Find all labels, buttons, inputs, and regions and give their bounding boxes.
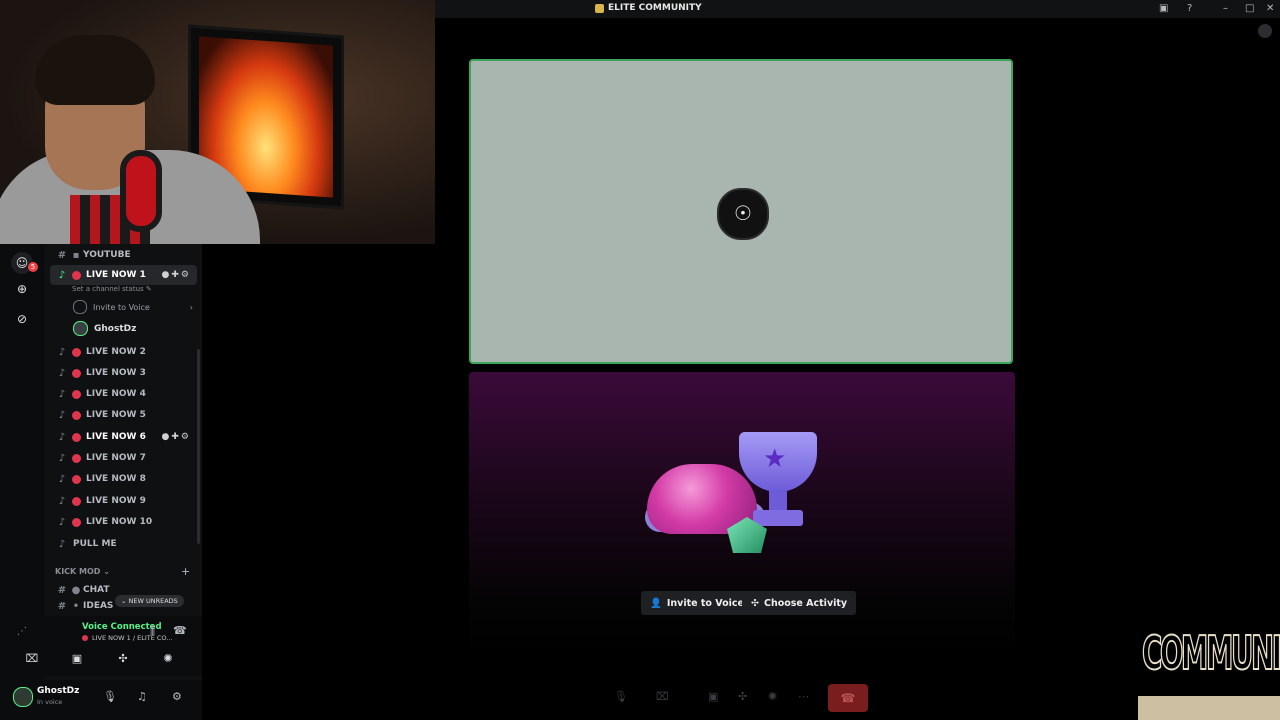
screen-share-icon[interactable]: ▣ [1159,3,1168,14]
text-channel-icon: # [57,600,67,612]
disconnect-button[interactable]: ☎ [828,684,868,712]
avatar[interactable] [13,687,33,707]
microphone-icon[interactable]: 🎙 [103,690,117,703]
user-status: In voice [37,698,63,706]
soundboard-button[interactable]: ✺ [157,652,179,670]
channel-sidebar: # ▪ YOUTUBE ♪ LIVE NOW 1 ●✚⚙ Set a chann… [13,244,202,720]
notification-badge: 5 [28,262,38,272]
chat-toggle-icon[interactable] [1258,24,1272,38]
signal-icon[interactable]: ⋰ [17,626,27,637]
server-icon [595,3,604,13]
channel-live-now-2[interactable]: ♪ LIVE NOW 2 [50,342,197,362]
camera-off-button[interactable]: ⌧ [21,652,43,670]
create-channel-icon[interactable]: + [181,565,190,578]
webcam-overlay [0,0,435,244]
activity-tile: ★ 👤 Invite to Voice ✣ Choose Activity [469,372,1015,657]
window-title: ELITE COMMUNITY [595,3,702,13]
help-icon[interactable]: ? [1187,3,1192,14]
server-rail: ☺ ⊕ ⊘ 5 [0,244,45,720]
user-add-icon: 👤 [650,597,662,609]
microphone-icon[interactable]: 🎙 [614,690,628,703]
sidebar-scrollbar[interactable] [197,349,200,544]
gear-icon[interactable]: ⚙ [172,690,182,703]
chevron-right-icon: › [189,302,193,312]
live-dot [72,270,81,280]
channel-status[interactable]: Set a channel status ✎ [72,285,152,293]
channel-live-now-6[interactable]: ♪ LIVE NOW 6 ●✚⚙ [50,427,197,447]
close-button[interactable]: ✕ [1266,3,1274,14]
disconnect-icon[interactable]: ☎ [173,624,187,637]
channel-live-now-8[interactable]: ♪ LIVE NOW 8 [50,469,197,489]
user-panel: GhostDz In voice 🎙 ♫ ⚙ [13,680,202,720]
text-channel-icon: # [57,584,67,596]
streamer [0,30,260,244]
voice-channel-icon: ♪ [58,367,66,379]
call-controls: 🎙 ⌧ ▣ ✣ ✺ ⋯ ☎ [610,684,870,712]
voice-channel-icon: ♪ [58,388,66,400]
voice-connected-panel: ⋰ Voice Connected LIVE NOW 1 / ELITE CO.… [17,616,202,676]
activity-icon[interactable]: ✣ [738,690,747,703]
add-server-icon[interactable]: ⊕ [11,278,33,300]
invite-to-voice-button[interactable]: 👤 Invite to Voice [641,591,753,615]
choose-activity-button[interactable]: ✣ Choose Activity [742,591,857,615]
minimize-button[interactable]: – [1223,3,1228,14]
channel-live-now-5[interactable]: ♪ LIVE NOW 5 [50,405,197,425]
voice-channel-icon: ♪ [58,346,66,358]
discover-icon[interactable]: ⊘ [11,308,33,330]
channel-live-now-4[interactable]: ♪ LIVE NOW 4 [50,384,197,404]
channel-tools[interactable]: ●✚⚙ [162,270,191,280]
more-icon[interactable]: ⋯ [798,690,809,703]
camera-icon[interactable]: ⌧ [656,690,669,703]
screen-share-icon[interactable]: ▣ [708,690,718,703]
speech-bubble-icon: ● [71,584,81,596]
user-add-icon [73,300,87,314]
headset [120,150,162,232]
participant-tile[interactable]: ☉ [469,59,1013,364]
star-icon: ★ [763,444,787,474]
soundboard-icon[interactable]: ✺ [768,690,777,703]
channel-live-now-1[interactable]: ♪ LIVE NOW 1 ●✚⚙ [50,265,197,285]
invite-to-voice-row[interactable]: Invite to Voice › [73,300,193,314]
voice-member[interactable]: GhostDz [73,321,136,336]
voice-channel-icon: ♪ [58,269,66,281]
participant-avatar: ☉ [717,188,769,240]
channel-live-now-10[interactable]: ♪ LIVE NOW 10 [50,512,197,532]
voice-channel-icon: ♪ [58,516,66,528]
activity-button[interactable]: ✣ [112,652,134,670]
screen-share-button[interactable]: ▣ [66,652,88,670]
new-unreads-pill[interactable]: ⌄ NEW UNREADS [115,595,184,607]
title-bar: ELITE COMMUNITY ▣ ? – □ ✕ [435,0,1280,18]
voice-channel-icon: ♪ [58,473,66,485]
community-watermark: COMMUNITY [1138,628,1280,720]
bulb-icon: • [72,600,80,612]
headphones-icon[interactable]: ♫ [137,690,147,703]
channel-live-now-9[interactable]: ♪ LIVE NOW 9 [50,491,197,511]
avatar [73,321,88,336]
voice-channel-icon: ♪ [58,452,66,464]
maximize-button[interactable]: □ [1245,3,1254,14]
activity-grid-icon: ✣ [751,597,759,609]
channel-pull-me[interactable]: ♪ PULL ME [50,534,197,554]
noise-suppression-icon[interactable]: ⫼ [150,624,155,638]
channel-live-now-7[interactable]: ♪ LIVE NOW 7 [50,448,197,468]
channel-youtube[interactable]: # ▪ YOUTUBE [50,245,197,265]
voice-channel-icon: ♪ [58,431,66,443]
voice-channel-name[interactable]: LIVE NOW 1 / ELITE CO... [82,634,172,642]
voice-channel-icon: ♪ [58,409,66,421]
tv-icon: ▪ [72,249,80,261]
username[interactable]: GhostDz [37,686,79,696]
voice-channel-icon: ♪ [58,495,66,507]
category-kick-mod[interactable]: KICK MOD ⌄ [55,567,110,576]
channel-tools[interactable]: ●✚⚙ [162,432,191,442]
text-channel-icon: # [57,249,67,261]
channel-live-now-3[interactable]: ♪ LIVE NOW 3 [50,363,197,383]
voice-channel-icon: ♪ [58,538,66,550]
chevron-down-icon: ⌄ [103,567,110,576]
